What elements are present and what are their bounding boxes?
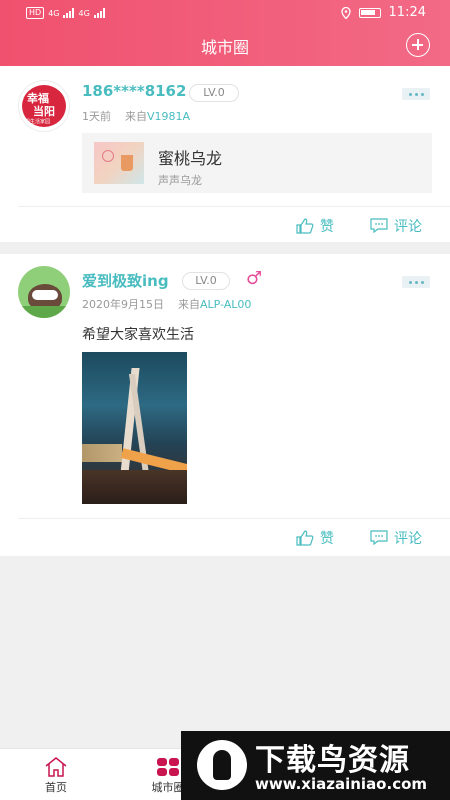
- gender-male-icon: ♂: [246, 268, 263, 289]
- from-label: 来自: [178, 298, 200, 311]
- music-card[interactable]: 蜜桃乌龙 声声乌龙: [82, 133, 432, 193]
- comment-label: 评论: [394, 219, 422, 235]
- signal-type-1: 4G: [48, 8, 60, 18]
- post-meta: 2020年9月15日 来自ALP-AL00: [82, 296, 251, 312]
- comment-label: 评论: [394, 531, 422, 547]
- username[interactable]: 爱到极致ing: [82, 270, 169, 291]
- like-button[interactable]: 赞: [296, 216, 334, 236]
- like-label: 赞: [320, 531, 334, 547]
- avatar-logo-text-3: 唱生活家园: [25, 119, 51, 125]
- device-name: V1981A: [147, 110, 191, 123]
- comment-icon: [370, 530, 388, 546]
- divider: [18, 206, 450, 207]
- page-title: 城市圈: [200, 38, 249, 57]
- clock: 11:24: [388, 5, 426, 20]
- app-header: HD 4G 4G 11:24 城市圈: [0, 0, 450, 66]
- post-text: 希望大家喜欢生活: [82, 327, 194, 343]
- bird-logo-icon: [197, 740, 247, 790]
- hd-badge: HD: [26, 7, 45, 19]
- like-label: 赞: [320, 219, 334, 235]
- city-circle-icon: [157, 758, 179, 776]
- thumbs-up-icon: [296, 530, 314, 546]
- device-name: ALP-AL00: [200, 298, 252, 311]
- more-options-button[interactable]: [402, 276, 430, 288]
- music-cover: [94, 142, 144, 184]
- comment-button[interactable]: 评论: [370, 216, 422, 236]
- comment-button[interactable]: 评论: [370, 528, 422, 548]
- watermark-overlay: 下载鸟资源 www.xiazainiao.com: [181, 731, 450, 800]
- status-bar: HD 4G 4G 11:24: [0, 0, 450, 26]
- watermark-title: 下载鸟资源: [255, 743, 410, 778]
- divider: [18, 518, 450, 519]
- location-icon: [340, 6, 351, 19]
- song-artist: 声声乌龙: [158, 174, 202, 187]
- signal-icon-2: [93, 8, 105, 18]
- battery-icon: [358, 7, 381, 18]
- post-time: 2020年9月15日: [82, 298, 164, 311]
- thumbs-up-icon: [296, 218, 314, 234]
- signal-type-2: 4G: [78, 8, 90, 18]
- post-image[interactable]: [82, 352, 187, 504]
- username[interactable]: 186****8162: [82, 82, 186, 100]
- post-card: 爱到极致ing LV.0 ♂ 2020年9月15日 来自ALP-AL00 希望大家…: [0, 254, 450, 556]
- home-icon: [45, 757, 67, 777]
- song-title: 蜜桃乌龙: [158, 149, 223, 168]
- like-button[interactable]: 赞: [296, 528, 334, 548]
- watermark-url: www.xiazainiao.com: [255, 775, 428, 793]
- avatar[interactable]: 幸福 当阳 唱生活家园: [18, 80, 70, 132]
- tab-home[interactable]: 首页: [16, 749, 96, 800]
- avatar-logo-text-2: 当阳: [33, 105, 55, 118]
- tab-home-label: 首页: [45, 781, 67, 794]
- post-card: 幸福 当阳 唱生活家园 186****8162 LV.0 1天前 来自V1981A…: [0, 66, 450, 242]
- level-badge: LV.0: [189, 84, 239, 102]
- avatar[interactable]: [18, 266, 70, 318]
- post-time: 1天前: [82, 110, 111, 123]
- level-badge: LV.0: [182, 272, 230, 290]
- from-label: 来自: [125, 110, 147, 123]
- post-meta: 1天前 来自V1981A: [82, 108, 190, 124]
- comment-icon: [370, 218, 388, 234]
- signal-icon: [63, 8, 75, 18]
- add-post-button[interactable]: [406, 33, 430, 57]
- more-options-button[interactable]: [402, 88, 430, 100]
